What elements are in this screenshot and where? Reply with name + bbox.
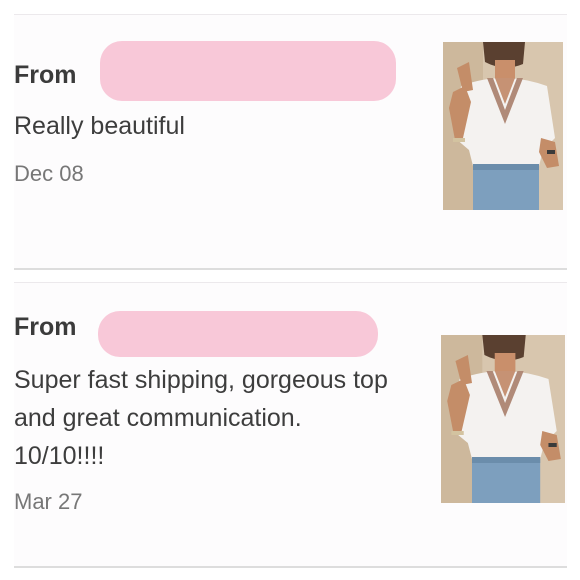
review-date: Dec 08	[14, 161, 84, 186]
review-from-label: From	[14, 313, 77, 341]
product-photo-icon[interactable]	[443, 42, 563, 210]
redacted-username	[100, 41, 396, 101]
product-photo-icon[interactable]	[441, 335, 565, 503]
review-text: Really beautiful	[14, 112, 185, 140]
review-card[interactable]: From Super fast shipping, gorgeous top a…	[14, 282, 567, 568]
review-card[interactable]: From Really beautiful Dec 08	[14, 14, 567, 270]
review-text: Super fast shipping, gorgeous top and gr…	[14, 366, 388, 470]
product-photo-graphic	[441, 335, 565, 503]
review-date: Mar 27	[14, 489, 83, 514]
review-from-label: From	[14, 61, 77, 89]
product-photo-graphic	[443, 42, 563, 210]
redacted-username	[98, 311, 378, 357]
